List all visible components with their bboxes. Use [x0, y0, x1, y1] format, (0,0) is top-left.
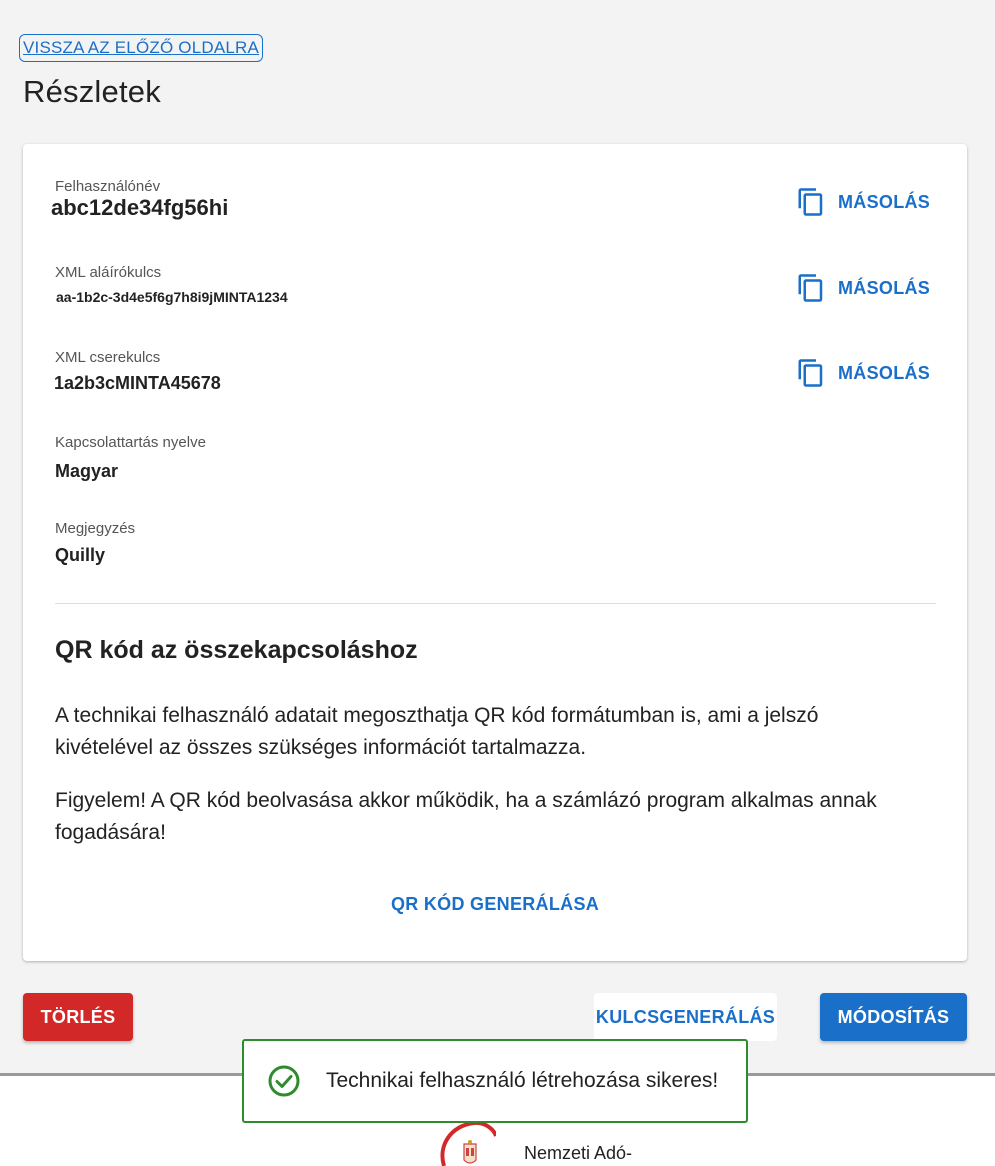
copy-signing-key-button[interactable]: MÁSOLÁS	[796, 270, 946, 306]
language-label: Kapcsolattartás nyelve	[55, 434, 206, 451]
back-link[interactable]: VISSZA AZ ELŐZŐ OLDALRA	[19, 34, 264, 62]
copy-username-label: MÁSOLÁS	[838, 191, 931, 212]
qr-section-title: QR kód az összekapcsoláshoz	[55, 636, 418, 664]
username-value: abc12de34fg56hi	[51, 195, 229, 220]
note-value: Quilly	[55, 545, 106, 565]
xml-signing-key-value: aa-1b2c-3d4e5f6g7h8i9jMINTA1234	[56, 289, 288, 305]
details-card: Felhasználónév abc12de34fg56hi MÁSOLÁS X…	[23, 144, 967, 961]
keygen-button[interactable]: KULCSGENERÁLÁS	[594, 993, 777, 1041]
xml-exchange-key-label: XML cserekulcs	[55, 349, 161, 366]
qr-warning: Figyelem! A QR kód beolvasása akkor műkö…	[55, 789, 877, 844]
note-label: Megjegyzés	[55, 520, 136, 537]
divider	[55, 603, 936, 604]
language-field: Kapcsolattartás nyelve Magyar	[55, 434, 206, 482]
qr-description: A technikai felhasználó adatait megoszth…	[55, 704, 819, 759]
xml-exchange-key-value: 1a2b3cMINTA45678	[54, 373, 221, 393]
username-label: Felhasználónév	[55, 178, 161, 195]
success-toast: Technikai felhasználó létrehozása sikere…	[242, 1039, 748, 1123]
xml-exchange-key-field: XML cserekulcs 1a2b3cMINTA45678	[54, 349, 221, 394]
delete-button[interactable]: TÖRLÉS	[23, 993, 133, 1041]
copy-username-button[interactable]: MÁSOLÁS	[796, 184, 946, 220]
copy-icon	[798, 188, 823, 216]
copy-exchange-key-button[interactable]: MÁSOLÁS	[796, 355, 946, 391]
language-value: Magyar	[55, 461, 119, 481]
note-field: Megjegyzés Quilly	[55, 520, 135, 566]
copy-signing-key-label: MÁSOLÁS	[838, 277, 931, 298]
xml-signing-key-field: XML aláírókulcs aa-1b2c-3d4e5f6g7h8i9jMI…	[55, 264, 288, 305]
xml-signing-key-label: XML aláírókulcs	[55, 264, 162, 281]
page-title: Részletek	[23, 74, 161, 109]
toast-message: Technikai felhasználó létrehozása sikere…	[326, 1069, 719, 1092]
username-field: Felhasználónév abc12de34fg56hi	[51, 178, 228, 221]
logo-emblem-icon	[440, 1120, 496, 1166]
check-circle-icon	[268, 1065, 300, 1097]
nav-logo	[436, 1120, 496, 1166]
modify-button[interactable]: MÓDOSÍTÁS	[820, 993, 967, 1041]
copy-icon	[798, 274, 823, 302]
copy-exchange-key-label: MÁSOLÁS	[838, 362, 931, 383]
org-name: Nemzeti Adó-	[524, 1143, 633, 1163]
copy-icon	[798, 359, 823, 387]
generate-qr-button[interactable]: QR KÓD GENERÁLÁSA	[23, 894, 967, 915]
